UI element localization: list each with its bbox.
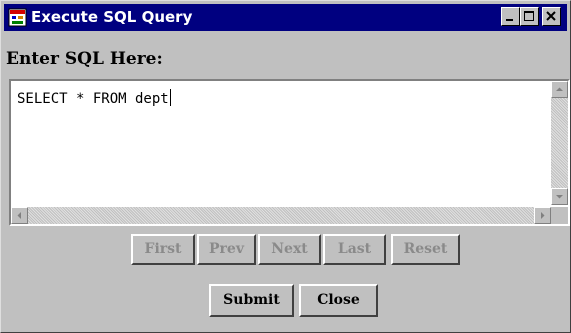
prev-button[interactable]: Prev bbox=[197, 234, 256, 265]
minimize-icon bbox=[506, 19, 513, 21]
first-button[interactable]: First bbox=[131, 234, 195, 265]
sql-editor-text[interactable]: SELECT * FROM dept bbox=[17, 89, 171, 107]
app-icon bbox=[8, 8, 27, 27]
arrow-right-icon bbox=[541, 212, 545, 219]
sql-editor[interactable]: SELECT * FROM dept bbox=[9, 79, 570, 226]
maximize-icon bbox=[524, 11, 534, 21]
scrollbar-corner bbox=[551, 207, 568, 224]
submit-button[interactable]: Submit bbox=[209, 284, 294, 317]
scroll-down-button[interactable] bbox=[551, 188, 568, 205]
text-caret bbox=[169, 89, 171, 106]
sql-query-value: SELECT * FROM dept bbox=[17, 91, 169, 107]
maximize-button[interactable] bbox=[520, 7, 539, 26]
last-button[interactable]: Last bbox=[323, 234, 386, 265]
sql-input-label: Enter SQL Here: bbox=[6, 49, 163, 69]
close-window-button[interactable] bbox=[542, 7, 561, 26]
arrow-up-icon bbox=[556, 87, 563, 91]
horizontal-scrollbar[interactable] bbox=[11, 207, 551, 224]
scroll-right-button[interactable] bbox=[534, 207, 551, 224]
close-button[interactable]: Close bbox=[299, 284, 378, 317]
next-button[interactable]: Next bbox=[258, 234, 321, 265]
vertical-scrollbar[interactable] bbox=[551, 81, 568, 205]
arrow-left-icon bbox=[17, 212, 21, 219]
minimize-button[interactable] bbox=[501, 7, 520, 26]
scroll-left-button[interactable] bbox=[11, 207, 28, 224]
title-bar[interactable]: Execute SQL Query bbox=[4, 4, 567, 31]
reset-button[interactable]: Reset bbox=[391, 234, 460, 265]
sql-query-window: Execute SQL Query Enter SQL Here: SELECT… bbox=[0, 0, 571, 333]
scroll-up-button[interactable] bbox=[551, 81, 568, 98]
close-icon bbox=[546, 11, 556, 21]
window-title: Execute SQL Query bbox=[31, 8, 193, 26]
arrow-down-icon bbox=[556, 195, 563, 199]
